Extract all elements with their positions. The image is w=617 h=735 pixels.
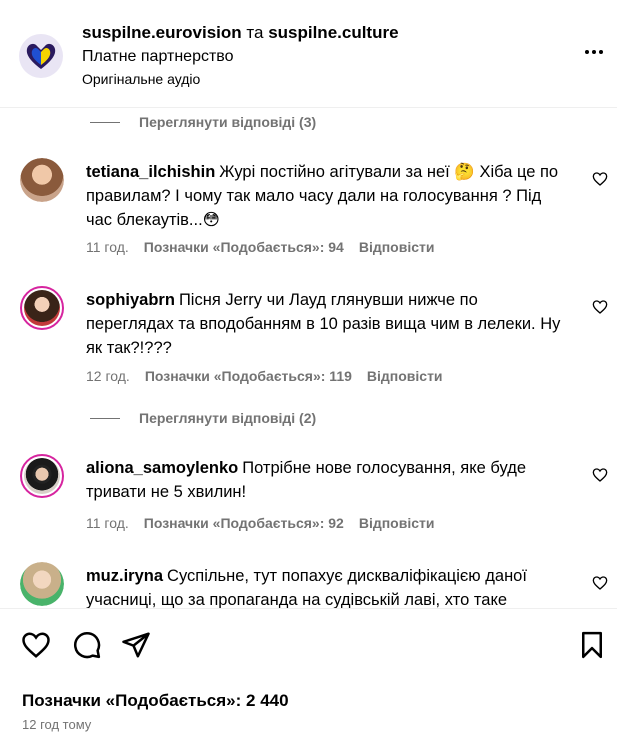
replies-divider-line: [90, 417, 120, 419]
paid-partnership-label[interactable]: Платне партнерство: [82, 48, 234, 66]
commenter-avatar[interactable]: [20, 286, 64, 330]
account-link-1[interactable]: suspilne.eurovision: [82, 23, 242, 42]
post-likes-count[interactable]: Позначки «Подобається»: 2 440: [22, 691, 289, 711]
replies-divider-line: [90, 121, 120, 123]
view-replies-button[interactable]: Переглянути відповіді (2): [90, 410, 316, 426]
eurovision-heart-logo: [26, 43, 56, 69]
post-action-bar: Позначки «Подобається»: 2 440 12 год том…: [0, 608, 617, 735]
comment-body: aliona_samoylenko Потрібне нове голосуван…: [86, 456, 561, 504]
reply-button[interactable]: Відповісти: [359, 515, 435, 531]
comment-meta: 12 год. Позначки «Подобається»: 119 Відп…: [86, 368, 443, 384]
comment-username[interactable]: muz.iryna: [86, 567, 163, 585]
reply-button[interactable]: Відповісти: [359, 239, 435, 255]
comment-likes-count[interactable]: Позначки «Подобається»: 92: [144, 515, 344, 531]
commenter-avatar[interactable]: [20, 562, 64, 606]
view-replies-label: Переглянути відповіді (3): [139, 114, 317, 130]
comment-likes-count[interactable]: Позначки «Подобається»: 94: [144, 239, 344, 255]
post-header: suspilne.eurovision та suspilne.culture …: [0, 0, 617, 108]
save-bookmark-icon[interactable]: [577, 630, 607, 660]
view-replies-button[interactable]: Переглянути відповіді (3): [90, 114, 316, 130]
comment-body: muz.iryna Суспільне, тут попахує дисквалі…: [86, 564, 561, 612]
comment-like-icon[interactable]: [592, 467, 608, 483]
reply-button[interactable]: Відповісти: [367, 368, 443, 384]
like-heart-icon[interactable]: [21, 630, 51, 660]
more-options-icon[interactable]: [582, 42, 606, 62]
comment-like-icon[interactable]: [592, 299, 608, 315]
comment-time: 11 год.: [86, 239, 129, 255]
comment-like-icon[interactable]: [592, 575, 608, 591]
accounts-connector: та: [246, 23, 264, 42]
comment-time: 11 год.: [86, 515, 129, 531]
comment-username[interactable]: tetiana_ilchishin: [86, 163, 215, 181]
post-time-ago: 12 год тому: [22, 717, 92, 732]
comment-bubble-icon[interactable]: [72, 630, 102, 660]
comment-time: 12 год.: [86, 368, 130, 384]
comment-username[interactable]: sophiyabrn: [86, 291, 175, 309]
commenter-avatar[interactable]: [20, 454, 64, 498]
original-audio-link[interactable]: Оригінальне аудіо: [82, 71, 200, 87]
comment-like-icon[interactable]: [592, 171, 608, 187]
comment-username[interactable]: aliona_samoylenko: [86, 459, 238, 477]
post-accounts: suspilne.eurovision та suspilne.culture: [82, 23, 399, 43]
share-send-icon[interactable]: [121, 630, 151, 660]
account-link-2[interactable]: suspilne.culture: [268, 23, 398, 42]
view-replies-label: Переглянути відповіді (2): [139, 410, 317, 426]
comment-body: tetiana_ilchishin Журі постійно агітували…: [86, 160, 561, 232]
comment-meta: 11 год. Позначки «Подобається»: 94 Відпо…: [86, 239, 434, 255]
comment-meta: 11 год. Позначки «Подобається»: 92 Відпо…: [86, 515, 434, 531]
comment-body: sophiyabrn Пісня Jerry чи Лауд глянувши н…: [86, 288, 561, 360]
commenter-avatar[interactable]: [20, 158, 64, 202]
account-avatar[interactable]: [19, 34, 63, 78]
comment-likes-count[interactable]: Позначки «Подобається»: 119: [145, 368, 352, 384]
